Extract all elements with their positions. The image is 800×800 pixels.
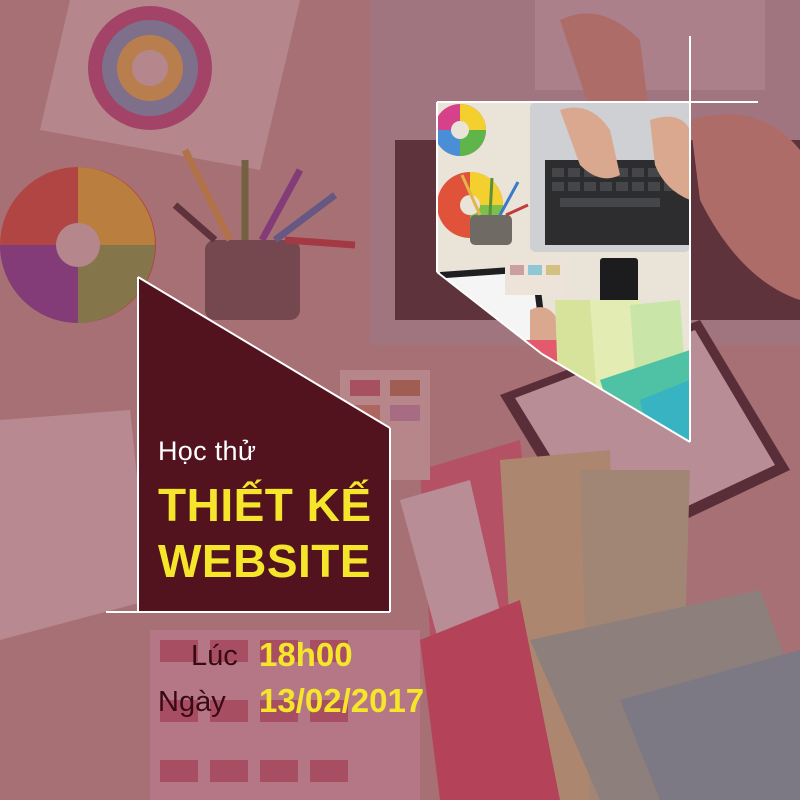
time-value: 18h00 (259, 636, 353, 673)
poster-artwork (0, 0, 800, 800)
title-line-2: WEBSITE (158, 535, 372, 587)
title-line-1: THIẾT KẾ (158, 479, 372, 531)
date-value: 13/02/2017 (259, 682, 425, 719)
time-label: Lúc (191, 640, 238, 672)
date-label: Ngày (158, 686, 226, 718)
intro-text: Học thử (158, 436, 257, 466)
promo-poster: Học thử THIẾT KẾ WEBSITE Lúc 18h00 Ngày … (0, 0, 800, 800)
